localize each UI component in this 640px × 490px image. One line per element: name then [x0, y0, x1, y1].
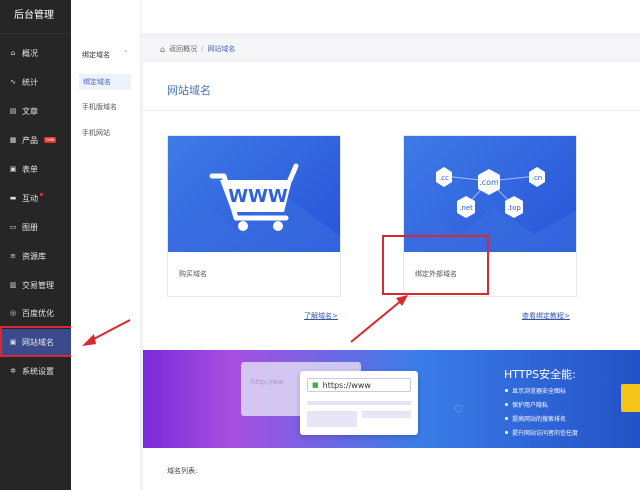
- annotation-arrows: [82, 295, 408, 346]
